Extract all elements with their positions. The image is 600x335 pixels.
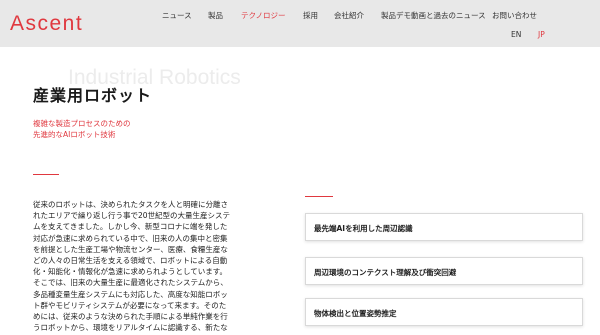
- body-line: 多品種変量生産システムにも対応した、高度な知能ロボッ: [33, 289, 228, 299]
- nav-item-products[interactable]: 製品: [208, 10, 223, 21]
- feature-card-ai-perception[interactable]: 最先端AIを利用した周辺認識: [305, 213, 583, 241]
- lang-en-link[interactable]: EN: [511, 30, 521, 39]
- body-line: うロボットから、環境をリアルタイムに認識する、新たな: [33, 323, 228, 333]
- ascent-logo[interactable]: Ascent: [10, 12, 83, 36]
- body-line: どの人々の日常生活を支える領域で、ロボットによる自動: [33, 255, 228, 265]
- body-line: 化・知能化・情報化が急速に求められようとしています。: [33, 267, 228, 277]
- body-line: めには、従来のような決められた手順による単純作業を行: [33, 311, 228, 321]
- body-line: れたエリアで繰り返し行う事で20世紀型の大量生産システ: [33, 211, 231, 221]
- lang-jp-link[interactable]: JP: [538, 30, 545, 39]
- feature-card-object-pose[interactable]: 物体検出と位置姿勢推定: [305, 298, 583, 326]
- body-line: を前提とした生産工場や物流センター、医療、食糧生産な: [33, 244, 228, 254]
- nav-item-about[interactable]: 会社紹介: [334, 10, 364, 21]
- section-divider: [33, 174, 59, 175]
- body-paragraph: 従来のロボットは、決められたタスクを人と明確に分離さ れたエリアで繰り返し行う事…: [33, 199, 267, 333]
- feature-card-label: 周辺環境のコンテクスト理解及び衝突回避: [314, 268, 457, 277]
- section-divider: [305, 196, 333, 197]
- body-line: そこでは、旧来の大量生産に最適化されたシステムから、: [33, 278, 228, 288]
- nav-item-news[interactable]: ニュース: [162, 10, 192, 21]
- page-subtitle: 複雑な製造プロセスのための 先進的なAIロボット技術: [33, 118, 131, 140]
- subtitle-line: 先進的なAIロボット技術: [33, 130, 116, 139]
- subtitle-line: 複雑な製造プロセスのための: [33, 119, 131, 128]
- feature-card-context-collision[interactable]: 周辺環境のコンテクスト理解及び衝突回避: [305, 257, 583, 285]
- body-line: 従来のロボットは、決められたタスクを人と明確に分離さ: [33, 200, 228, 209]
- body-line: ムを支えてきました。しかし今、新型コロナに端を発した: [33, 222, 228, 232]
- body-line: ト群やモビリティシステムが必要になって来ます。そのた: [33, 300, 227, 310]
- body-line: 対応が急速に求められている中で、旧来の人の集中と密集: [33, 233, 228, 243]
- nav-item-careers[interactable]: 採用: [303, 10, 318, 21]
- feature-card-label: 物体検出と位置姿勢推定: [314, 309, 397, 318]
- site-header: Ascent ニュース 製品 テクノロジー 採用 会社紹介 製品デモ動画と過去の…: [0, 0, 600, 47]
- page-title: 産業用ロボット: [33, 86, 153, 105]
- nav-item-technology[interactable]: テクノロジー: [241, 10, 286, 21]
- nav-item-demo-videos[interactable]: 製品デモ動画と過去のニュース: [381, 10, 486, 21]
- nav-item-contact[interactable]: お問い合わせ: [492, 10, 537, 21]
- feature-card-label: 最先端AIを利用した周辺認識: [314, 224, 413, 233]
